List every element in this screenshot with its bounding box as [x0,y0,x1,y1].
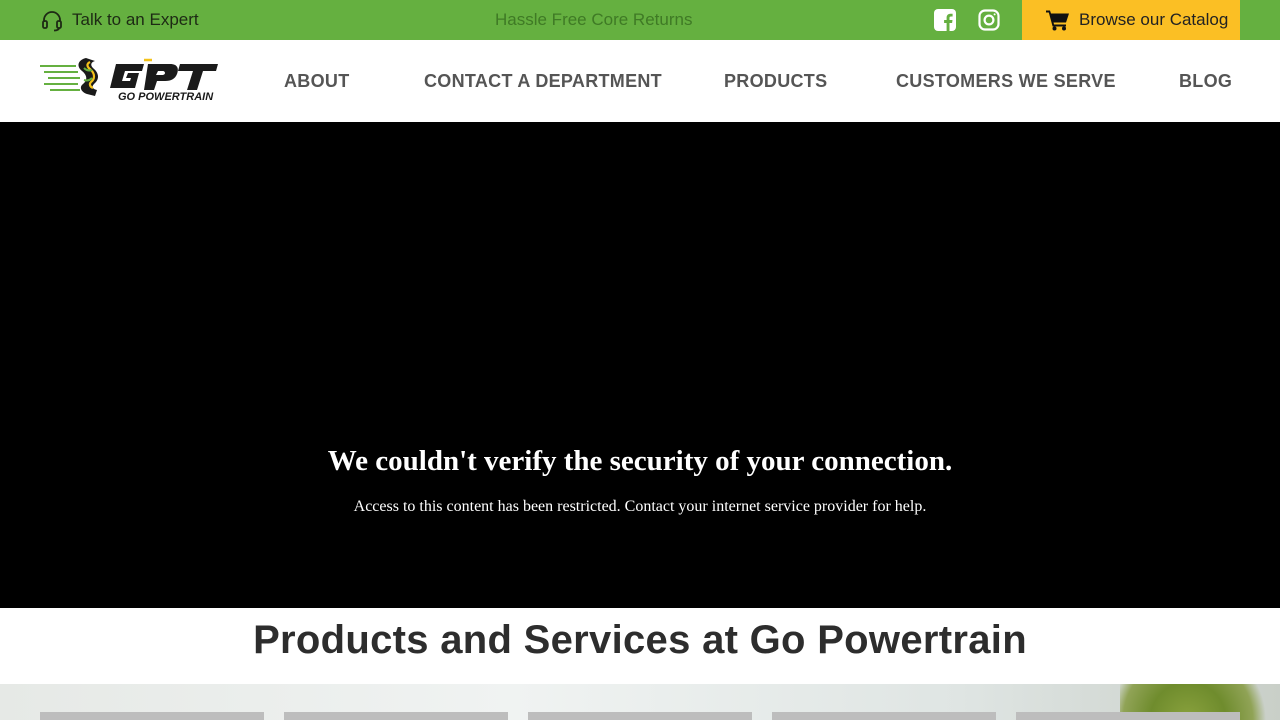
tagline: Hassle Free Core Returns [495,10,693,29]
talk-to-expert-link[interactable]: Talk to an Expert [40,0,199,40]
security-error-title: We couldn't verify the security of your … [327,445,953,477]
blocked-content-panel: We couldn't verify the security of your … [0,122,1280,608]
logo-wordmark: GO POWERTRAIN [118,91,214,103]
facebook-icon[interactable] [933,8,957,32]
product-card[interactable] [284,712,508,720]
main-navigation: GO POWERTRAIN ABOUT CONTACT A DEPARTMENT… [0,40,1280,122]
nav-item-about[interactable]: ABOUT [284,40,350,122]
instagram-icon[interactable] [977,8,1001,32]
talk-to-expert-label: Talk to an Expert [72,10,199,29]
product-card[interactable] [40,712,264,720]
nav-item-products[interactable]: PRODUCTS [724,40,827,122]
products-background-image [0,684,1280,720]
nav-item-blog[interactable]: BLOG [1179,40,1232,122]
go-powertrain-logo[interactable]: GO POWERTRAIN [40,54,220,104]
security-error-message: Access to this content has been restrict… [353,498,927,515]
nav-item-contact-department[interactable]: CONTACT A DEPARTMENT [424,40,662,122]
product-card[interactable] [528,712,752,720]
top-bar: Talk to an Expert Hassle Free Core Retur… [0,0,1280,40]
product-card[interactable] [1016,712,1240,720]
headset-icon [42,11,62,32]
nav-item-customers-we-serve[interactable]: CUSTOMERS WE SERVE [896,40,1116,122]
browse-catalog-label: Browse our Catalog [1079,10,1229,29]
product-card[interactable] [772,712,996,720]
products-heading: Products and Services at Go Powertrain [253,618,1027,662]
shopping-cart-icon [1046,10,1069,31]
browse-catalog-button[interactable]: Browse our Catalog [1022,0,1240,40]
